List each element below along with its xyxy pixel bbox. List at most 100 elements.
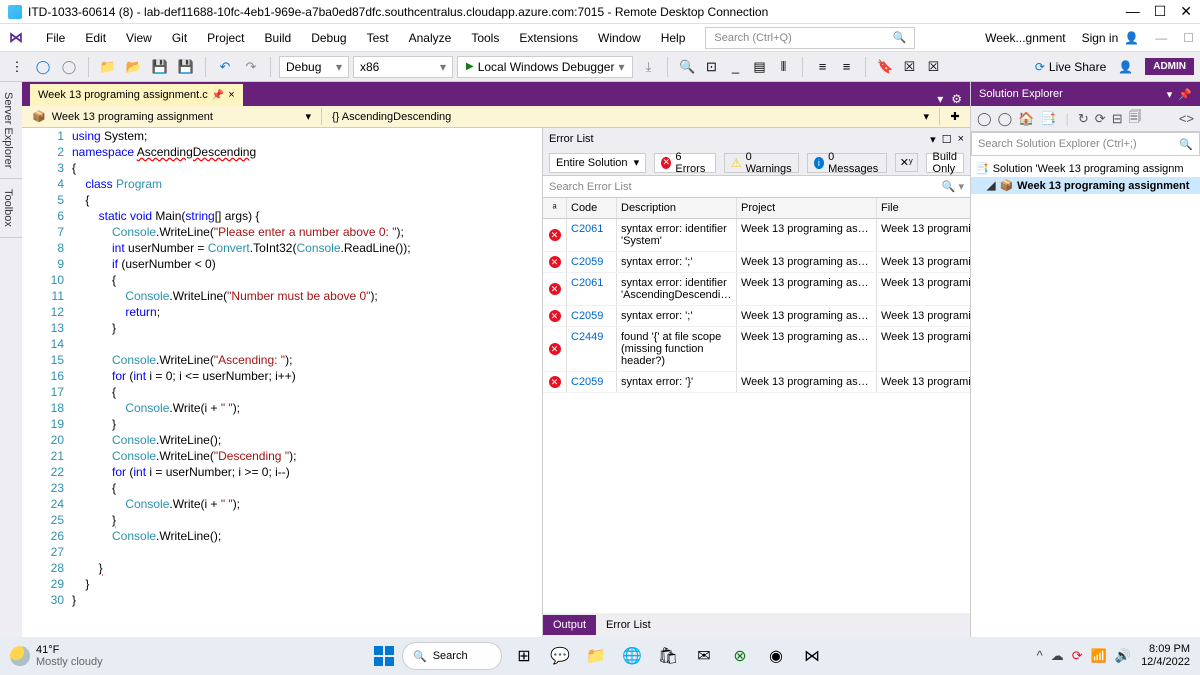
se-sync-icon[interactable]: 📑 (1038, 109, 1058, 129)
menu-extensions[interactable]: Extensions (509, 27, 588, 49)
maximize-button[interactable]: ☐ (1154, 3, 1167, 20)
menu-analyze[interactable]: Analyze (399, 27, 462, 49)
se-dropdown-icon[interactable]: ▾ (1167, 88, 1173, 101)
nav-project-dropdown[interactable]: 📦 Week 13 programing assignment ▾ (22, 108, 322, 125)
menu-help[interactable]: Help (651, 27, 696, 49)
col-project[interactable]: Project (737, 198, 877, 218)
error-row[interactable]: ✕ C2061 syntax error: identifier 'Ascend… (543, 273, 970, 306)
se-showall-icon[interactable]: 🗐 (1127, 106, 1144, 132)
error-row[interactable]: ✕ C2059 syntax error: '}' Week 13 progra… (543, 372, 970, 393)
menu-edit[interactable]: Edit (75, 27, 116, 49)
warnings-filter[interactable]: ⚠ 0 Warnings (724, 153, 799, 173)
error-list-tab[interactable]: Error List (596, 615, 661, 635)
dropdown-icon[interactable]: ▾ (930, 133, 936, 146)
tb-bookmark-icon[interactable]: 🔖 (874, 56, 896, 78)
start-button[interactable] (374, 646, 394, 666)
window-controls-icon[interactable]: ☐ (1183, 31, 1194, 45)
code-editor[interactable]: 1234567891011121314151617181920212223242… (22, 128, 542, 637)
redo-icon[interactable]: ↷ (240, 56, 262, 78)
store-icon[interactable]: 🛍 (654, 642, 682, 670)
tb-indent-icon[interactable]: ≡ (835, 56, 857, 78)
vs-icon[interactable]: ⋈ (798, 642, 826, 670)
open-icon[interactable]: 📂 (123, 56, 145, 78)
file-tab[interactable]: Week 13 programing assignment.c 📌 × (30, 84, 243, 106)
messages-filter[interactable]: i 0 Messages (807, 153, 887, 173)
tray-chevron-icon[interactable]: ^ (1037, 648, 1043, 664)
col-file[interactable]: File (877, 198, 970, 218)
error-row[interactable]: ✕ C2061 syntax error: identifier 'System… (543, 219, 970, 252)
se-code-icon[interactable]: <> (1177, 109, 1196, 128)
nav-split-icon[interactable]: ✚ (940, 108, 970, 125)
explorer-icon[interactable]: 📁 (582, 642, 610, 670)
undo-icon[interactable]: ↶ (214, 56, 236, 78)
maximize-panel-icon[interactable]: ☐ (942, 133, 952, 146)
menu-file[interactable]: File (36, 27, 75, 49)
menu-tools[interactable]: Tools (461, 27, 509, 49)
pin-icon[interactable]: 📌 (212, 90, 224, 101)
tab-settings-icon[interactable]: ⚙ (951, 92, 962, 106)
platform-dropdown[interactable]: x86 ▾ (353, 56, 453, 78)
tb-misc-icon[interactable]: _ (724, 56, 746, 78)
output-tab[interactable]: Output (543, 615, 596, 635)
filter-icon[interactable]: ✕ʸ (895, 153, 918, 172)
server-explorer-tab[interactable]: Server Explorer (0, 82, 22, 179)
close-button[interactable]: ✕ (1180, 3, 1192, 20)
signin-button[interactable]: Sign in 👤 (1082, 31, 1140, 45)
live-share-button[interactable]: ⟳Live Share (1035, 60, 1106, 74)
menu-build[interactable]: Build (255, 27, 302, 49)
menu-project[interactable]: Project (197, 27, 254, 49)
menu-git[interactable]: Git (162, 27, 197, 49)
solution-node[interactable]: 📑 Solution 'Week 13 programing assignm (971, 160, 1200, 177)
error-row[interactable]: ✕ C2449 found '{' at file scope (missing… (543, 327, 970, 372)
error-search[interactable]: Search Error List 🔍 ▾ (543, 176, 970, 198)
nav-scope-dropdown[interactable]: {} AscendingDescending ▾ (322, 108, 940, 125)
errors-filter[interactable]: ✕ 6 Errors (654, 153, 716, 173)
xbox-icon[interactable]: ⊗ (726, 642, 754, 670)
se-collapse-icon[interactable]: ⊟ (1110, 109, 1125, 129)
wifi-icon[interactable]: 📶 (1091, 648, 1107, 664)
col-icon[interactable]: ᵃ (543, 198, 567, 218)
tb-misc-icon[interactable]: ⫴ (772, 56, 794, 78)
tb-comment-icon[interactable]: ☒ (898, 56, 920, 78)
quick-search[interactable]: Search (Ctrl+Q) 🔍 (705, 27, 915, 49)
weather-widget[interactable]: 41°F Mostly cloudy (10, 644, 103, 668)
se-back-icon[interactable]: ◯ (975, 109, 994, 129)
error-scope-dropdown[interactable]: Entire Solution ▾ (549, 153, 646, 173)
chat-icon[interactable]: 💬 (546, 642, 574, 670)
project-node[interactable]: ◢ 📦 Week 13 programing assignment (971, 177, 1200, 194)
config-dropdown[interactable]: Debug ▾ (279, 56, 349, 78)
window-manager-text[interactable]: Week...gnment (985, 31, 1065, 45)
col-code[interactable]: Code (567, 198, 617, 218)
se-home-icon[interactable]: 🏠 (1016, 109, 1036, 129)
feedback-icon[interactable]: 👤 (1118, 60, 1133, 74)
sync-icon[interactable]: ⟳ (1072, 648, 1083, 664)
tab-dropdown-icon[interactable]: ▾ (937, 92, 943, 106)
steam-icon[interactable]: ◉ (762, 642, 790, 670)
menu-debug[interactable]: Debug (301, 27, 356, 49)
clock[interactable]: 8:09 PM 12/4/2022 (1141, 643, 1190, 669)
task-view-icon[interactable]: ⊞ (510, 642, 538, 670)
attach-icon[interactable]: ⤓ (637, 56, 659, 78)
notifications-icon[interactable]: — (1155, 31, 1167, 45)
close-tab-icon[interactable]: × (228, 89, 234, 101)
nav-back-icon[interactable]: ◯ (32, 56, 54, 78)
build-filter-dropdown[interactable]: Build Only (926, 153, 964, 173)
se-switch-icon[interactable]: ↻ (1076, 109, 1091, 129)
error-row[interactable]: ✕ C2059 syntax error: ';' Week 13 progra… (543, 306, 970, 327)
mail-icon[interactable]: ✉ (690, 642, 718, 670)
taskbar-search[interactable]: 🔍 Search (402, 642, 502, 670)
start-debugger-button[interactable]: ▶ Local Windows Debugger ▾ (457, 56, 633, 78)
tb-misc-icon[interactable]: ▤ (748, 56, 770, 78)
toolbox-tab[interactable]: Toolbox (0, 179, 22, 238)
menu-view[interactable]: View (116, 27, 162, 49)
se-refresh-icon[interactable]: ⟳ (1093, 109, 1108, 129)
tb-indent-icon[interactable]: ≡ (811, 56, 833, 78)
se-pin-icon[interactable]: 📌 (1178, 88, 1192, 101)
volume-icon[interactable]: 🔊 (1115, 648, 1131, 664)
error-row[interactable]: ✕ C2059 syntax error: ';' Week 13 progra… (543, 252, 970, 273)
tb-misc-icon[interactable]: ⊡ (700, 56, 722, 78)
nav-forward-icon[interactable]: ◯ (58, 56, 80, 78)
onedrive-icon[interactable]: ☁ (1051, 648, 1064, 664)
minimize-button[interactable]: — (1126, 3, 1140, 20)
menu-test[interactable]: Test (357, 27, 399, 49)
